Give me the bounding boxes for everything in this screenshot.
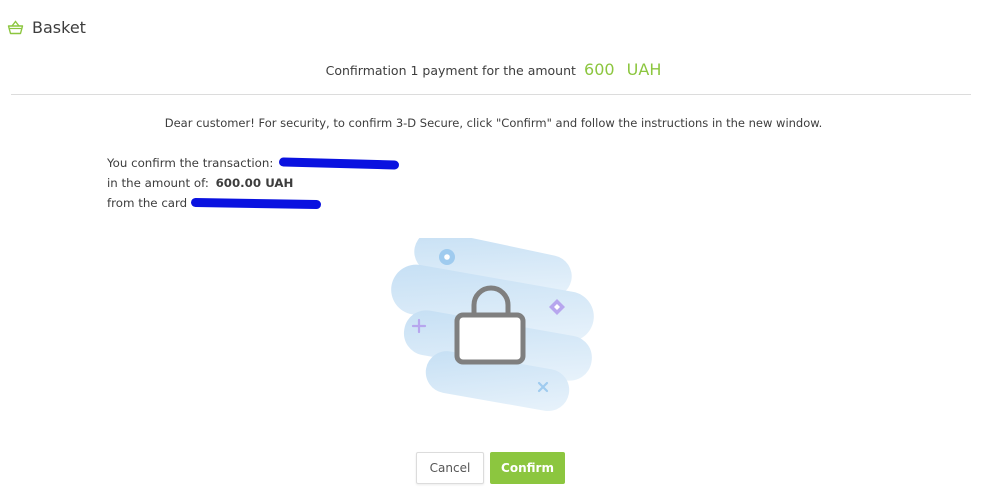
- card-row: from the card: [107, 193, 399, 213]
- confirmation-text: Confirmation 1 payment for the amount: [325, 63, 576, 78]
- cancel-button[interactable]: Cancel: [416, 452, 484, 484]
- redaction-mark: [190, 197, 321, 210]
- amount-label: in the amount of:: [107, 176, 209, 190]
- padlock-illustration: [385, 230, 600, 413]
- confirmation-amount: 600: [584, 60, 615, 79]
- transaction-label: You confirm the transaction:: [107, 156, 274, 170]
- confirmation-summary: Confirmation 1 payment for the amount 60…: [0, 60, 987, 79]
- security-notice: Dear customer! For security, to confirm …: [164, 116, 823, 130]
- action-buttons: Cancel Confirm: [416, 452, 565, 484]
- basket-icon: [7, 19, 24, 36]
- card-label: from the card: [107, 196, 188, 210]
- amount-row: in the amount of: 600.00 UAH: [107, 173, 399, 193]
- redaction-mark: [278, 157, 400, 170]
- page-header: Basket: [7, 18, 86, 37]
- transaction-row: You confirm the transaction:: [107, 153, 400, 173]
- confirmation-currency: UAH: [626, 60, 662, 79]
- page-title: Basket: [32, 18, 86, 37]
- confirm-button[interactable]: Confirm: [490, 452, 565, 484]
- transaction-details: You confirm the transaction: in the amou…: [107, 153, 400, 213]
- amount-value: 600.00 UAH: [215, 176, 294, 190]
- divider: [11, 94, 971, 95]
